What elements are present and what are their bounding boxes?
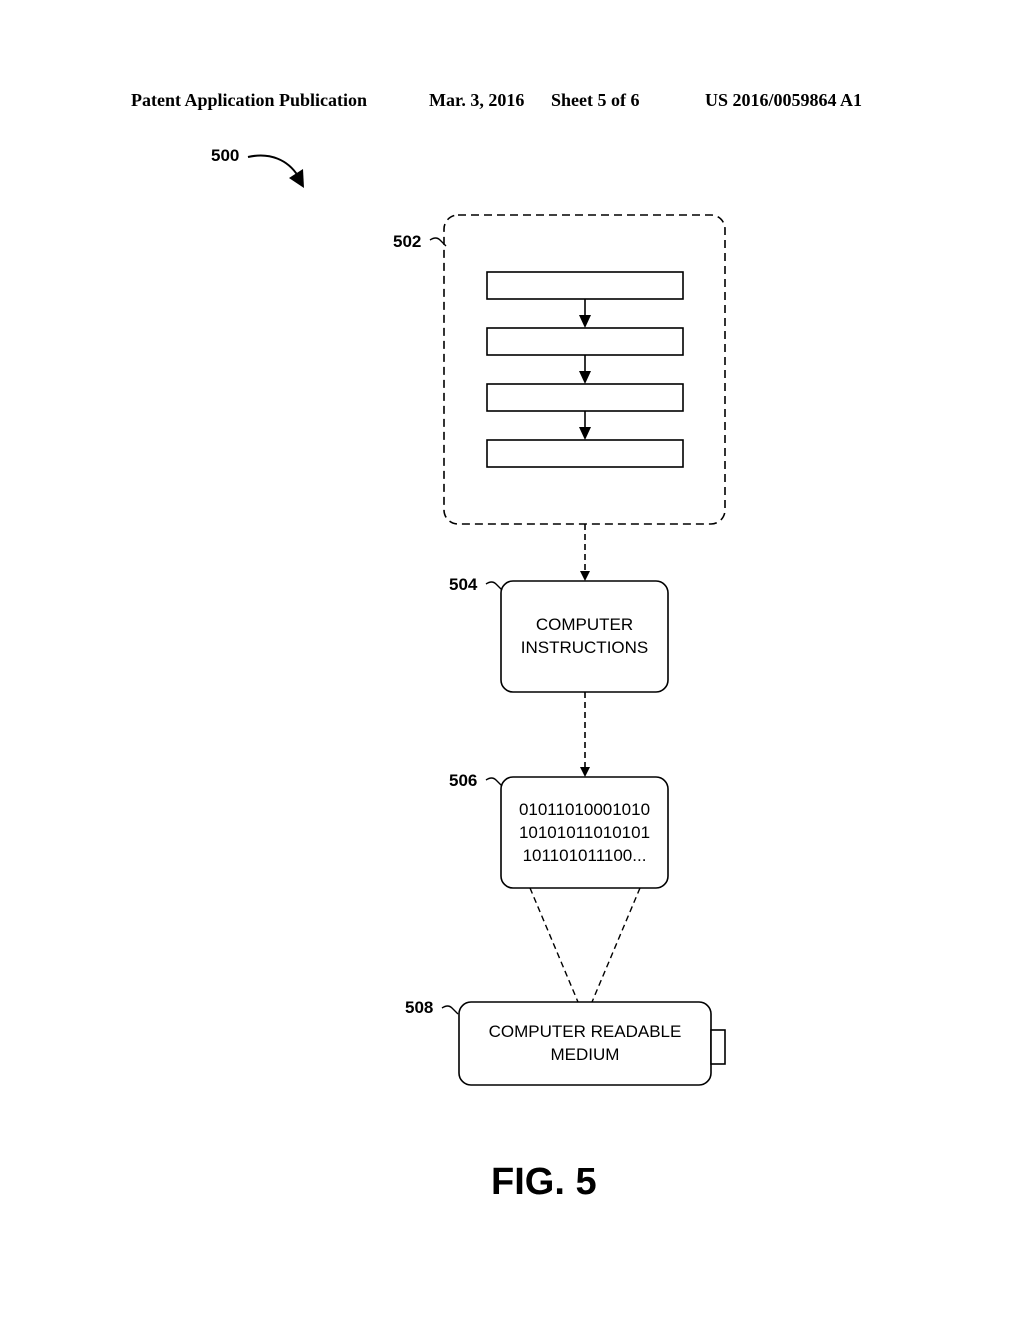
medium-connector [710, 1029, 726, 1065]
ref-label-506: 506 [449, 771, 478, 790]
step-arrow-3 [579, 411, 591, 440]
box-506-line-3: 101101011100... [522, 846, 647, 865]
dashed-arrow-502-504 [580, 524, 590, 581]
step-box-4 [486, 439, 684, 468]
projection-line-right [591, 887, 641, 1003]
ref-label-502: 502 [393, 232, 422, 251]
box-506-text: 01011010001010 10101011010101 1011010111… [501, 798, 668, 867]
ref-label-500: 500 [211, 146, 240, 165]
step-arrow-1 [579, 299, 591, 328]
ref-label-504: 504 [449, 575, 478, 594]
step-arrow-2 [579, 355, 591, 384]
figure-caption: FIG. 5 [491, 1161, 597, 1203]
leader-504 [485, 581, 503, 591]
figure-ref-arrow [247, 154, 304, 188]
ref-label-508: 508 [405, 998, 434, 1017]
box-508-text: COMPUTER READABLE MEDIUM [459, 1020, 711, 1066]
step-box-2 [486, 327, 684, 356]
box-504-line-1: COMPUTER [535, 615, 634, 634]
leader-506 [485, 777, 503, 787]
dashed-arrow-504-506 [580, 692, 590, 777]
box-506-line-1: 01011010001010 [518, 800, 651, 819]
leader-508 [441, 1005, 459, 1015]
box-504-text: COMPUTER INSTRUCTIONS [501, 613, 668, 659]
step-box-1 [486, 271, 684, 300]
box-508-line-2: MEDIUM [550, 1045, 620, 1064]
step-box-3 [486, 383, 684, 412]
box-506-line-2: 10101011010101 [518, 823, 651, 842]
projection-line-left [529, 887, 579, 1003]
box-508-line-1: COMPUTER READABLE [488, 1022, 682, 1041]
diagram-canvas [247, 154, 726, 1086]
box-504-line-2: INSTRUCTIONS [520, 638, 649, 657]
